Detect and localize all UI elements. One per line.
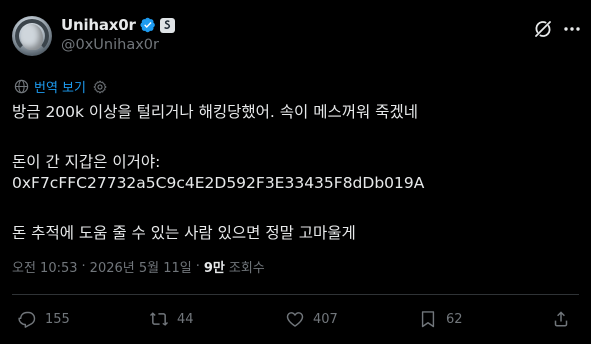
tweet-text-line: 방금 200k 이상을 털리거나 해킹당했어. 속이 메스꺼워 죽겠네 xyxy=(12,103,418,121)
repost-count: 44 xyxy=(177,311,194,327)
more-icon[interactable] xyxy=(562,19,582,39)
bookmark-icon xyxy=(421,311,435,328)
share-icon xyxy=(554,311,568,327)
affiliate-badge-icon[interactable] xyxy=(159,17,175,33)
avatar-face xyxy=(21,24,43,50)
author-display-name[interactable]: Unihax0r xyxy=(61,16,136,34)
share-button[interactable] xyxy=(551,309,571,329)
show-translation-link[interactable]: 번역 보기 xyxy=(34,77,86,96)
repost-button[interactable]: 44 xyxy=(149,309,194,329)
views-count: 9만 xyxy=(203,261,225,276)
avatar[interactable] xyxy=(12,16,52,56)
views-label: 조회수 xyxy=(228,261,265,276)
tweet-meta: 오전 10:53 · 2026년 5월 11일 · 9만 조회수 xyxy=(12,257,265,276)
reply-icon xyxy=(18,311,36,328)
like-button[interactable]: 407 xyxy=(285,309,338,329)
divider xyxy=(12,294,579,295)
reply-button[interactable]: 155 xyxy=(17,309,70,329)
reply-count: 155 xyxy=(45,311,70,327)
author-handle[interactable]: @0xUnihax0r xyxy=(61,37,159,53)
globe-icon xyxy=(14,79,29,94)
grok-icon[interactable] xyxy=(533,19,553,39)
repost-icon xyxy=(150,312,168,326)
tweet-text-line: 돈 추적에 도움 줄 수 있는 사람 있으면 정말 고마울게 xyxy=(12,224,356,242)
bookmark-count: 62 xyxy=(446,311,463,327)
tweet-date[interactable]: 2026년 5월 11일 xyxy=(90,257,192,276)
like-icon xyxy=(286,312,304,327)
tweet-time[interactable]: 오전 10:53 xyxy=(12,257,78,276)
author-name-row: Unihax0r xyxy=(61,15,175,35)
meta-separator: · xyxy=(81,259,86,274)
settings-icon[interactable] xyxy=(93,79,107,94)
meta-separator: · xyxy=(195,259,200,274)
translate-row: 번역 보기 xyxy=(14,77,107,96)
verified-badge-icon[interactable] xyxy=(140,17,156,33)
tweet-text-line: 돈이 간 지갑은 이거야: xyxy=(12,153,161,171)
like-count: 407 xyxy=(313,311,338,327)
wallet-address: 0xF7cFFC27732a5C9c4E2D592F3E33435F8dDb01… xyxy=(12,174,425,192)
bookmark-button[interactable]: 62 xyxy=(418,309,463,329)
